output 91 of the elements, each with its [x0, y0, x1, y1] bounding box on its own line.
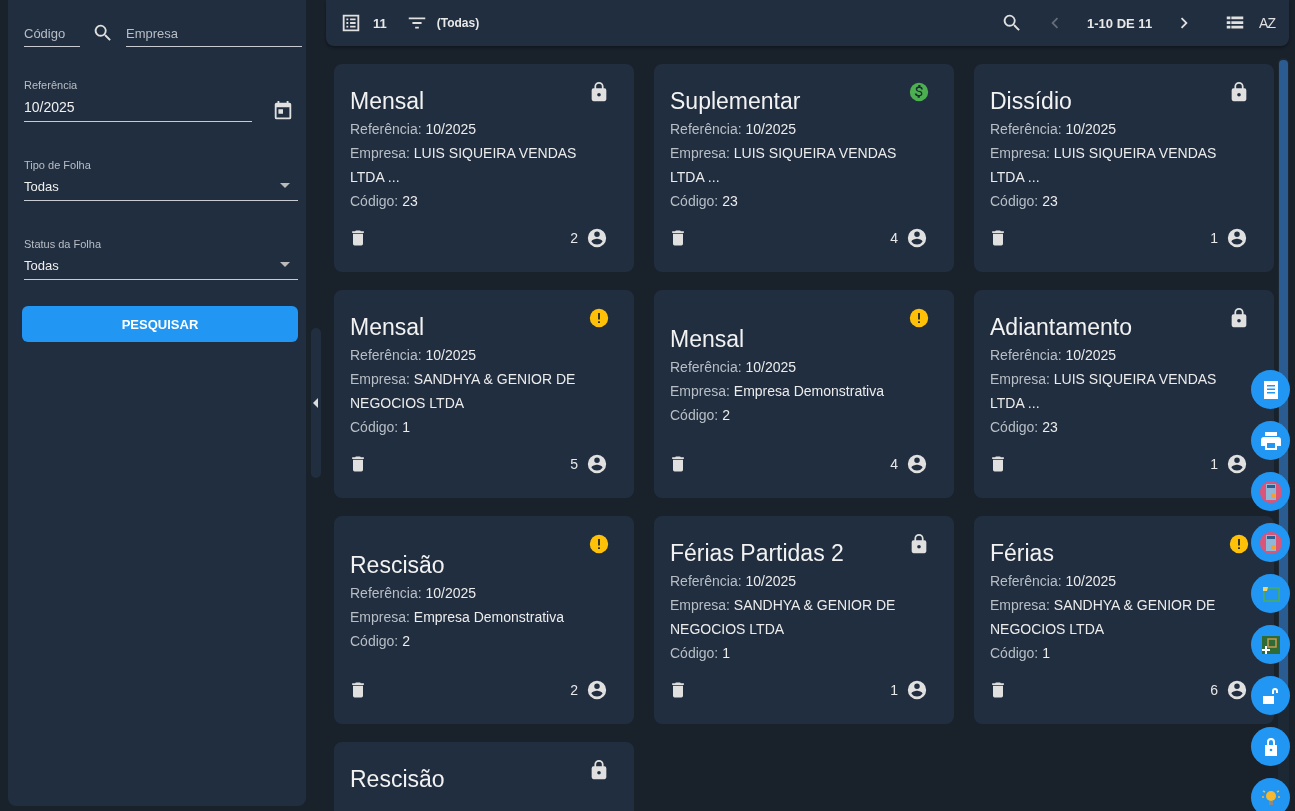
- company-field[interactable]: Empresa: [126, 22, 302, 47]
- calculator-icon: [1258, 530, 1283, 555]
- select-field[interactable]: Status da Folha Todas: [24, 238, 298, 280]
- card-detail: Empresa: LUIS SIQUEIRA VENDAS LTDA ...: [670, 144, 898, 187]
- card-detail: Código: 2: [350, 632, 411, 651]
- card-detail: Empresa: SANDHYA & GENIOR DE NEGOCIOS LTDA: [350, 370, 577, 413]
- employee-count: 6: [1210, 682, 1218, 698]
- employee-count: 4: [890, 456, 898, 472]
- card-detail: Código: 23: [990, 418, 1059, 437]
- field-value: Todas: [24, 258, 59, 273]
- record-count: 11: [373, 15, 387, 31]
- card-title: Adiantamento: [990, 313, 1133, 342]
- field-label: Status da Folha: [24, 238, 103, 250]
- employee-count: 2: [570, 230, 578, 246]
- card-title: Mensal: [350, 313, 426, 342]
- card-detail: Código: 1: [670, 644, 731, 663]
- employee-count: 1: [1210, 230, 1218, 246]
- payroll-card[interactable]: Mensal Referência: 10/2025 Empresa: LUIS SIQUEIRA VENDAS LTDA ... Código: 23 2: [334, 64, 634, 272]
- select-field[interactable]: Tipo de Folha Todas: [24, 159, 298, 201]
- payroll-card[interactable]: Férias Referência: 10/2025 Empresa: SANDHYA & GENIOR DE NEGOCIOS LTDA Código: 1 6: [974, 516, 1274, 724]
- card-detail: Código: 23: [670, 192, 739, 211]
- idea-button[interactable]: [1251, 778, 1290, 811]
- payroll-card[interactable]: Férias Partidas 2 Referência: 10/2025 Empresa: SANDHYA & GENIOR DE NEGOCIOS LTDA Código: 1 1: [654, 516, 954, 724]
- field-value: 10/2025: [24, 99, 75, 115]
- lock-button[interactable]: [1251, 727, 1290, 766]
- calculator-icon: [1258, 479, 1283, 504]
- card-title: Dissídio: [990, 87, 1073, 116]
- card-title: Rescisão: [350, 551, 446, 580]
- payroll-card[interactable]: Mensal Referência: 10/2025 Empresa: Empresa Demonstrativa Código: 2 4: [654, 290, 954, 498]
- card-detail: Referência: 10/2025: [990, 120, 1118, 139]
- card-title: Mensal: [350, 87, 426, 116]
- field-label: Referência: [24, 79, 79, 91]
- card-title: Mensal: [670, 325, 746, 354]
- person-icon[interactable]: [906, 227, 928, 249]
- card-title: Suplementar: [670, 87, 802, 116]
- person-icon[interactable]: [586, 453, 608, 475]
- card-detail: Empresa: SANDHYA & GENIOR DE NEGOCIOS LTDA: [990, 596, 1217, 639]
- card-detail: Referência: 10/2025: [350, 120, 478, 139]
- card-detail: Código: 23: [350, 192, 419, 211]
- card-detail: Referência: 10/2025: [350, 584, 478, 603]
- card-detail: Empresa: LUIS SIQUEIRA VENDAS LTDA ...: [990, 144, 1218, 187]
- card-detail: Empresa: Empresa Demonstrativa: [670, 382, 885, 401]
- payroll-card[interactable]: Dissídio Referência: 10/2025 Empresa: LUIS SIQUEIRA VENDAS LTDA ... Código: 23 1: [974, 64, 1274, 272]
- person-icon[interactable]: [906, 453, 928, 475]
- employee-count: 4: [890, 230, 898, 246]
- sort-button[interactable]: AZ: [1257, 15, 1277, 31]
- employee-count: 2: [570, 682, 578, 698]
- payroll-card[interactable]: Mensal Referência: 10/2025 Empresa: SANDHYA & GENIOR DE NEGOCIOS LTDA Código: 1 5: [334, 290, 634, 498]
- card-detail: Referência: 10/2025: [670, 572, 798, 591]
- card-detail: Referência: 10/2025: [990, 346, 1118, 365]
- dropdown-caret-icon: [280, 183, 290, 188]
- employee-count: 1: [890, 682, 898, 698]
- person-icon[interactable]: [1226, 227, 1248, 249]
- card-detail: Referência: 10/2025: [350, 346, 478, 365]
- card-detail: Referência: 10/2025: [670, 358, 798, 377]
- card-detail: Código: 23: [990, 192, 1059, 211]
- card-detail: Empresa: LUIS SIQUEIRA VENDAS LTDA ...: [350, 144, 578, 187]
- person-icon[interactable]: [906, 679, 928, 701]
- payroll-card[interactable]: Rescisão: [334, 742, 634, 811]
- card-detail: Código: 1: [990, 644, 1051, 663]
- employee-count: 5: [570, 456, 578, 472]
- card-title: Rescisão: [350, 765, 446, 794]
- card-detail: Referência: 10/2025: [670, 120, 798, 139]
- person-icon[interactable]: [586, 679, 608, 701]
- person-icon[interactable]: [1226, 453, 1248, 475]
- payroll-card[interactable]: Adiantamento Referência: 10/2025 Empresa: LUIS SIQUEIRA VENDAS LTDA ... Código: 23 1: [974, 290, 1274, 498]
- card-detail: Código: 1: [350, 418, 411, 437]
- field-label: Tipo de Folha: [24, 159, 92, 171]
- filter-label: (Todas): [436, 16, 480, 30]
- card-title: Férias: [990, 539, 1055, 568]
- card-detail: Referência: 10/2025: [990, 572, 1118, 591]
- list-icon[interactable]: [340, 12, 362, 34]
- card-detail: Empresa: LUIS SIQUEIRA VENDAS LTDA ...: [990, 370, 1218, 413]
- employee-count: 1: [1210, 456, 1218, 472]
- code-field[interactable]: Código: [24, 22, 80, 47]
- pagination-label: 1-10 DE 11: [1087, 15, 1153, 31]
- calendar-icon[interactable]: [272, 100, 294, 122]
- card-detail: Empresa: SANDHYA & GENIOR DE NEGOCIOS LTDA: [670, 596, 897, 639]
- reference-field[interactable]: Referência 10/2025: [24, 79, 252, 122]
- card-detail: Empresa: Empresa Demonstrativa: [350, 608, 565, 627]
- field-value: Todas: [24, 179, 59, 194]
- card-title: Férias Partidas 2: [670, 539, 845, 568]
- search-icon[interactable]: [92, 22, 114, 44]
- payroll-card[interactable]: Rescisão Referência: 10/2025 Empresa: Empresa Demonstrativa Código: 2 2: [334, 516, 634, 724]
- person-icon[interactable]: [586, 227, 608, 249]
- person-icon[interactable]: [1226, 679, 1248, 701]
- payroll-card[interactable]: Suplementar Referência: 10/2025 Empresa: LUIS SIQUEIRA VENDAS LTDA ... Código: 23 4: [654, 64, 954, 272]
- card-detail: Código: 2: [670, 406, 731, 425]
- collapse-arrow-icon: [312, 398, 318, 408]
- dropdown-caret-icon: [280, 262, 290, 267]
- collapse-handle[interactable]: [311, 328, 321, 478]
